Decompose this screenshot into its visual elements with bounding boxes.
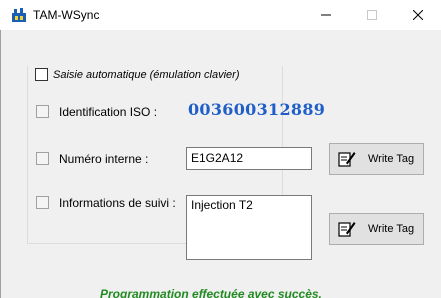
write-tag-icon [338, 152, 356, 167]
window-border [0, 30, 1, 298]
internal-number-input[interactable]: E1G2A12 [186, 147, 312, 170]
tracking-info-textarea[interactable]: Injection T2 [186, 195, 312, 260]
write-tag-button-2[interactable]: Write Tag [329, 213, 424, 245]
title-bar: TAM-WSync [0, 0, 441, 30]
window-title: TAM-WSync [33, 8, 100, 22]
minimize-button[interactable] [303, 0, 349, 30]
maximize-icon [367, 10, 377, 20]
maximize-button[interactable] [349, 0, 395, 30]
iso-label: Identification ISO : [59, 105, 158, 119]
write-tag-button-1[interactable]: Write Tag [329, 143, 424, 175]
internal-number-checkbox[interactable] [36, 152, 49, 165]
tracking-info-label: Informations de suivi : [59, 196, 176, 210]
write-tag-icon [338, 222, 356, 237]
status-message: Programmation effectuée avec succès. [100, 287, 322, 298]
internal-number-label: Numéro interne : [59, 152, 149, 166]
tam-logo-icon [12, 8, 26, 22]
iso-checkbox[interactable] [36, 105, 49, 118]
write-tag-label-1: Write Tag [368, 153, 415, 165]
tracking-info-checkbox[interactable] [36, 196, 49, 209]
minimize-icon [321, 14, 331, 16]
close-icon [413, 10, 423, 20]
iso-value: 003600312889 [188, 100, 326, 119]
close-button[interactable] [395, 0, 441, 30]
write-tag-label-2: Write Tag [368, 223, 415, 235]
